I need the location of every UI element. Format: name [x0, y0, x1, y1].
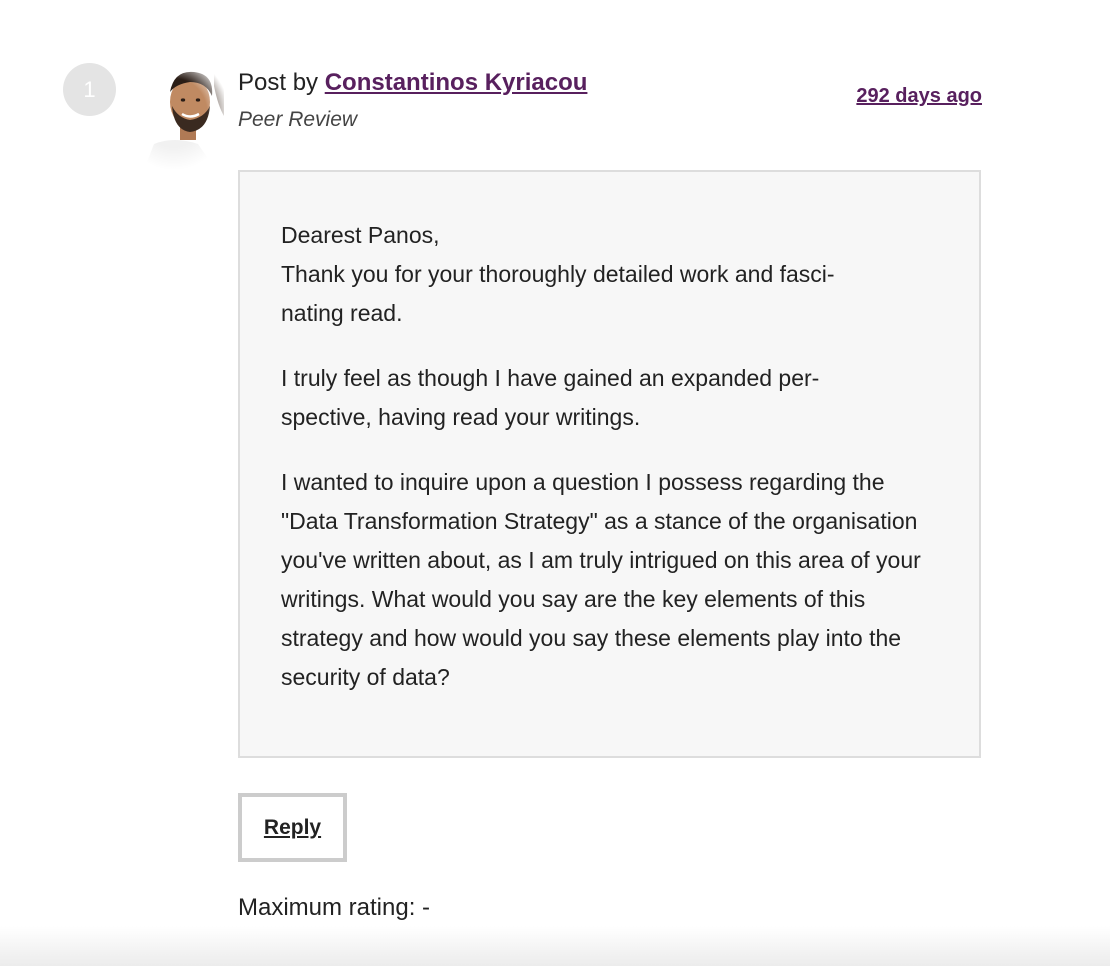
maximum-rating-text: Maximum rating: -	[238, 894, 431, 921]
post-time-link[interactable]: 292 days ago	[856, 82, 982, 110]
post-by-label: Post by	[238, 69, 325, 96]
user-avatar-icon	[124, 66, 224, 170]
post-number-badge: 1	[63, 63, 116, 116]
message-body: Dearest Panos, Thank you for your thorou…	[238, 170, 981, 758]
thanks-text: Thank you for your thoroughly detailed w…	[281, 261, 835, 326]
forum-post: 1 Post by Constantinos Kyriacou Peer Rev…	[0, 0, 1110, 966]
message-paragraph-1: Dearest Panos, Thank you for your thorou…	[281, 216, 939, 333]
reply-button[interactable]: Reply	[238, 793, 347, 862]
greeting-text: Dearest Panos,	[281, 222, 440, 248]
message-paragraph-2: I truly feel as though I have gained an …	[281, 365, 820, 430]
message-paragraph-3: I wanted to inquire upon a question I po…	[281, 469, 921, 690]
avatar[interactable]	[124, 66, 224, 170]
author-role: Peer Review	[238, 108, 358, 131]
post-header: Post by Constantinos Kyriacou	[238, 66, 587, 100]
author-link[interactable]: Constantinos Kyriacou	[325, 69, 588, 96]
page-bottom-shade	[0, 926, 1110, 966]
